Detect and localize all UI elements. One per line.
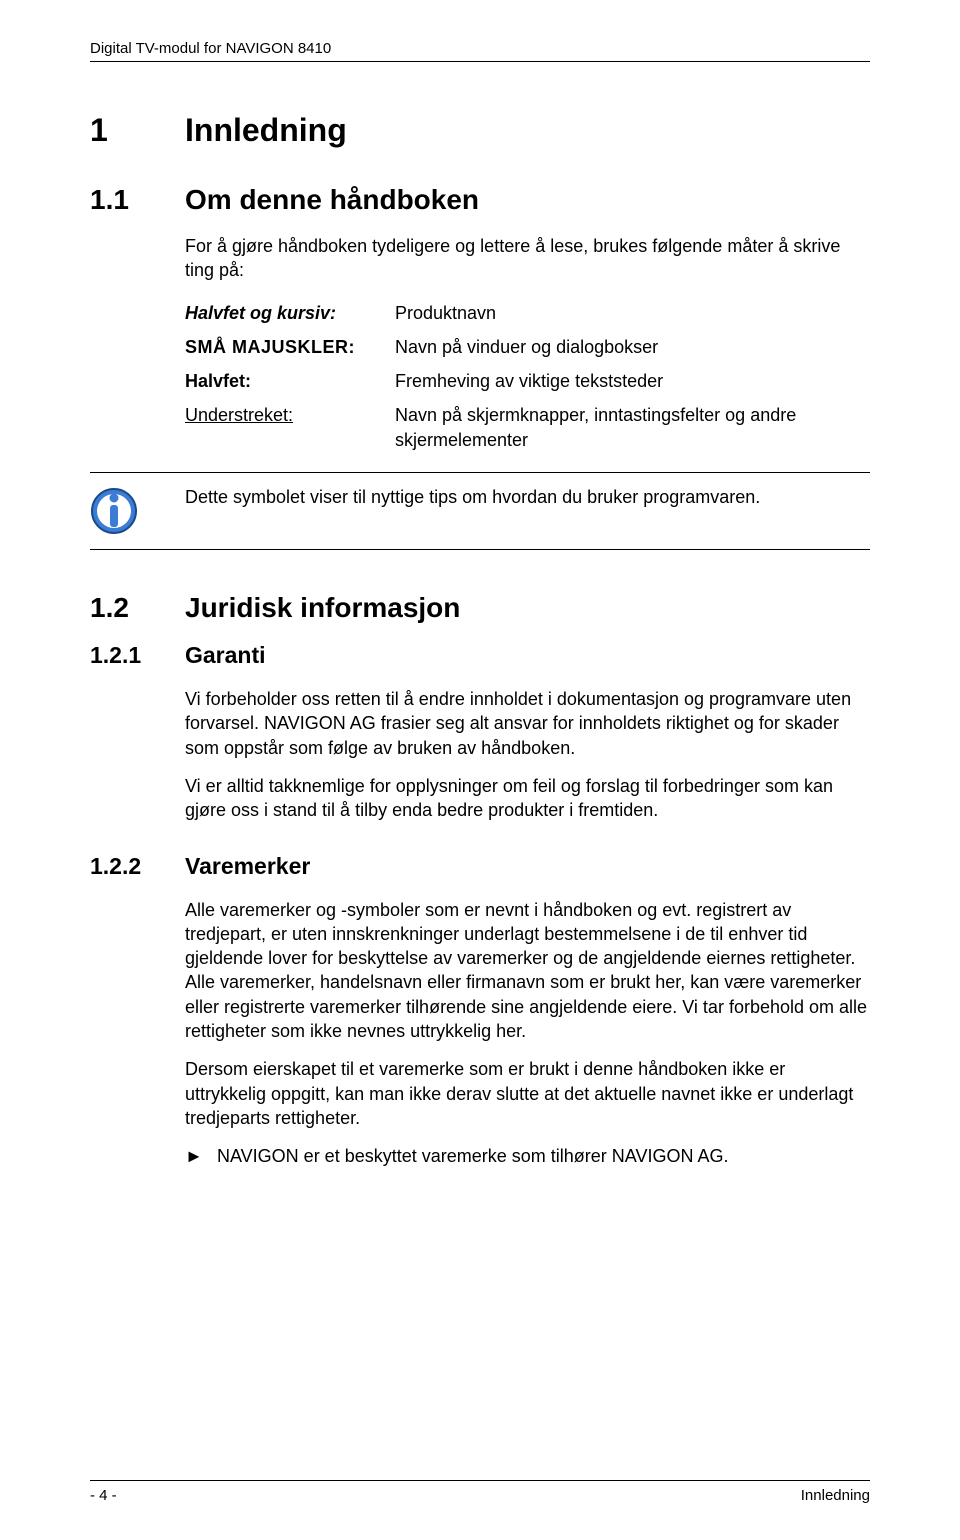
heading-1-2-2-title: Varemerker (185, 853, 310, 880)
page-header: Digital TV-modul for NAVIGON 8410 (90, 40, 870, 62)
heading-1-2-2-number: 1.2.2 (90, 853, 185, 880)
paragraph: Alle varemerker og -symboler som er nevn… (185, 898, 870, 1044)
convention-description: Fremheving av viktige tekststeder (395, 369, 870, 393)
table-row: Halvfet: Fremheving av viktige tekststed… (185, 369, 870, 393)
heading-1-2-number: 1.2 (90, 592, 185, 624)
info-icon (90, 487, 138, 535)
convention-description: Navn på skjermknapper, inntastingsfelter… (395, 403, 870, 452)
paragraph: Vi er alltid takknemlige for opplysninge… (185, 774, 870, 823)
footer-section: Innledning (801, 1487, 870, 1504)
convention-description: Navn på vinduer og dialogbokser (395, 335, 870, 359)
convention-italic-bold: Halvfet og kursiv: (185, 301, 395, 325)
tip-text: Dette symbolet viser til nyttige tips om… (185, 485, 760, 509)
heading-1-2: 1.2 Juridisk informasjon (90, 592, 870, 624)
convention-description: Produktnavn (395, 301, 870, 325)
heading-1-1-title: Om denne håndboken (185, 184, 479, 216)
convention-underline: Understreket: (185, 403, 395, 452)
heading-1-title: Innledning (185, 112, 347, 149)
tip-callout: Dette symbolet viser til nyttige tips om… (185, 485, 870, 535)
heading-1-1: 1.1 Om denne håndboken (90, 184, 870, 216)
divider (90, 472, 870, 473)
heading-1-2-title: Juridisk informasjon (185, 592, 460, 624)
heading-1-number: 1 (90, 112, 185, 149)
heading-1-1-number: 1.1 (90, 184, 185, 216)
paragraph: Vi forbeholder oss retten til å endre in… (185, 687, 870, 760)
bullet-marker-icon: ► (185, 1144, 217, 1168)
heading-1-2-1-number: 1.2.1 (90, 642, 185, 669)
page-number: - 4 - (90, 1487, 117, 1504)
conventions-table: Halvfet og kursiv: Produktnavn SMÅ MAJUS… (185, 301, 870, 452)
paragraph: Dersom eierskapet til et varemerke som e… (185, 1057, 870, 1130)
table-row: Understreket: Navn på skjermknapper, inn… (185, 403, 870, 452)
convention-small-caps: SMÅ MAJUSKLER: (185, 335, 395, 359)
bullet-item: ► NAVIGON er et beskyttet varemerke som … (185, 1144, 870, 1168)
convention-bold: Halvfet: (185, 369, 395, 393)
table-row: SMÅ MAJUSKLER: Navn på vinduer og dialog… (185, 335, 870, 359)
heading-1-2-1: 1.2.1 Garanti (90, 642, 870, 669)
page-footer: - 4 - Innledning (90, 1480, 870, 1504)
divider (90, 549, 870, 550)
heading-1-2-1-title: Garanti (185, 642, 266, 669)
intro-paragraph: For å gjøre håndboken tydeligere og lett… (185, 234, 870, 283)
heading-1: 1 Innledning (90, 112, 870, 149)
table-row: Halvfet og kursiv: Produktnavn (185, 301, 870, 325)
heading-1-2-2: 1.2.2 Varemerker (90, 853, 870, 880)
bullet-text: NAVIGON er et beskyttet varemerke som ti… (217, 1144, 728, 1168)
